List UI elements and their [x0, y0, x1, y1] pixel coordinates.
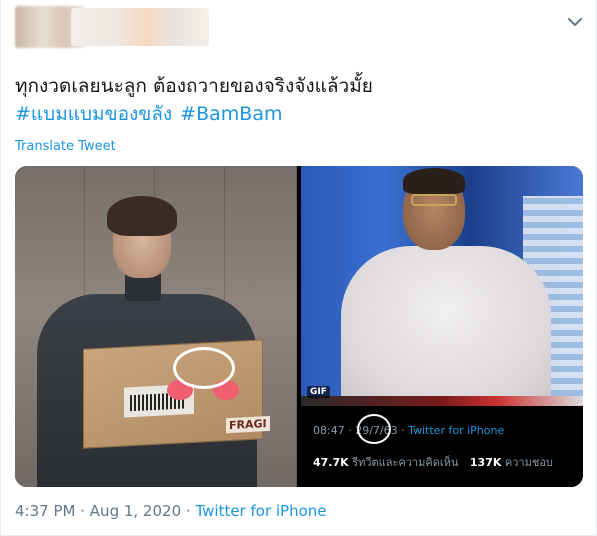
tweet-time[interactable]: 4:37 PM [15, 502, 75, 520]
embedded-source: Twitter for iPhone [408, 424, 505, 437]
footer-separator: · [185, 502, 191, 520]
score-bar [301, 396, 583, 406]
meta-separator: · [348, 424, 352, 437]
embedded-tweet-meta: 08:47 · 29/7/63 · Twitter for iPhone [313, 424, 504, 437]
photo-right[interactable]: GIF 08:47 · 29/7/63 · Twitter for iPhone… [301, 166, 583, 487]
tweet-source-link[interactable]: Twitter for iPhone [195, 502, 326, 520]
tweet-text: ทุกงวดเลยนะลูก ต้องถวายของจริงจังแล้วมั้… [15, 75, 373, 97]
chevron-down-icon[interactable] [567, 16, 583, 28]
circle-annotation [173, 347, 235, 389]
fragile-text: FRAGI [226, 415, 270, 434]
tweet-footer: 4:37 PM · Aug 1, 2020 · Twitter for iPho… [15, 502, 327, 520]
hashtag-line: #แบมแบมของขลัง #BamBam [15, 100, 585, 128]
like-count: 137K [469, 456, 502, 469]
retweet-label: รีทวีตและความคิดเห็น [352, 456, 459, 469]
tweet-date[interactable]: Aug 1, 2020 [90, 502, 181, 520]
man-sweater [341, 246, 551, 406]
author-name-blurred[interactable] [71, 8, 209, 46]
circle-annotation [357, 414, 391, 444]
translate-tweet-link[interactable]: Translate Tweet [15, 139, 116, 154]
hashtag-link[interactable]: #BamBam [180, 103, 282, 125]
embedded-stats: 47.7K รีทวีตและความคิดเห็น 137K ความชอบ [313, 453, 561, 471]
media-grid: FRAGI GIF 08:47 · 29/7/63 · Twitter for … [15, 166, 583, 487]
gif-badge: GIF [307, 386, 330, 398]
glasses [411, 194, 457, 206]
like-label: ความชอบ [504, 456, 553, 469]
hashtag-link[interactable]: #แบมแบมของขลัง [15, 103, 172, 125]
person-hair [107, 196, 177, 236]
man-hair [403, 168, 465, 194]
meta-separator: · [401, 424, 405, 437]
embedded-time: 08:47 [313, 424, 345, 437]
tweet-card: ทุกงวดเลยนะลูก ต้องถวายของจริงจังแล้วมั้… [0, 0, 597, 536]
tweet-body: ทุกงวดเลยนะลูก ต้องถวายของจริงจังแล้วมั้… [15, 72, 585, 128]
photo-left[interactable]: FRAGI [15, 166, 297, 487]
retweet-count: 47.7K [313, 456, 349, 469]
footer-separator: · [80, 502, 86, 520]
